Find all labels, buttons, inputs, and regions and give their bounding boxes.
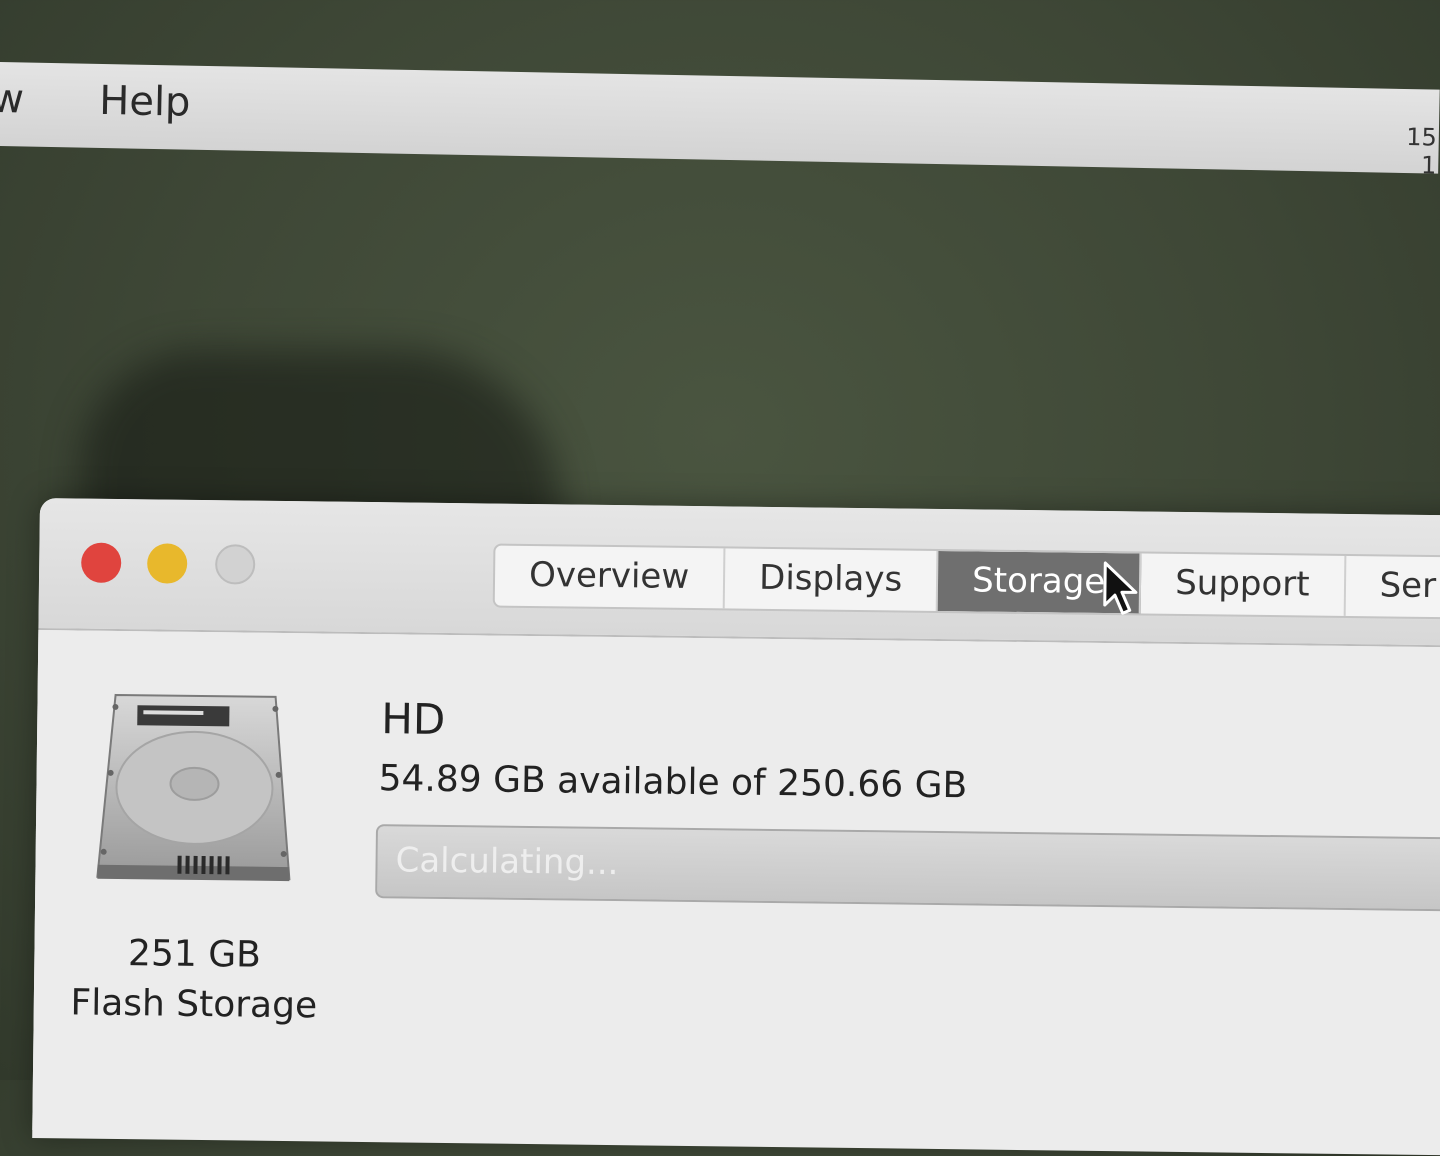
mouse-pointer-icon — [1103, 561, 1138, 615]
zoom-button[interactable] — [214, 544, 256, 585]
hard-drive-icon — [96, 693, 291, 882]
tab-service[interactable]: Ser — [1345, 555, 1440, 618]
tab-support[interactable]: Support — [1140, 553, 1346, 616]
tab-overview[interactable]: Overview — [494, 545, 726, 609]
minimize-button[interactable] — [146, 543, 188, 584]
menu-item-window[interactable]: w — [0, 76, 24, 123]
window-titlebar: Overview Displays Storage Support Ser — [38, 498, 1440, 648]
tab-bar: Overview Displays Storage Support Ser — [492, 543, 1440, 620]
volume-name: HD — [381, 694, 446, 744]
close-button[interactable] — [80, 542, 122, 583]
clock-line-2: 1 — [1420, 151, 1437, 180]
tab-displays[interactable]: Displays — [724, 548, 939, 611]
usage-bar-status: Calculating... — [395, 840, 619, 884]
disk-type-label: Flash Storage — [70, 982, 318, 1027]
volume-available-text: 54.89 GB available of 250.66 GB — [378, 758, 968, 807]
storage-panel: 251 GB Flash Storage HD 54.89 GB availab… — [32, 629, 1440, 1148]
clock-line-1: 15 — [1406, 123, 1438, 152]
menu-item-help[interactable]: Help — [99, 78, 191, 126]
storage-usage-bar: Calculating... — [375, 824, 1440, 912]
about-this-mac-window: Overview Displays Storage Support Ser 25… — [32, 498, 1440, 1156]
menu-clock[interactable]: 15 1 — [1405, 123, 1437, 180]
disk-capacity-label: 251 GB — [127, 933, 262, 976]
menu-bar: w Help 15 1 — [0, 62, 1440, 180]
